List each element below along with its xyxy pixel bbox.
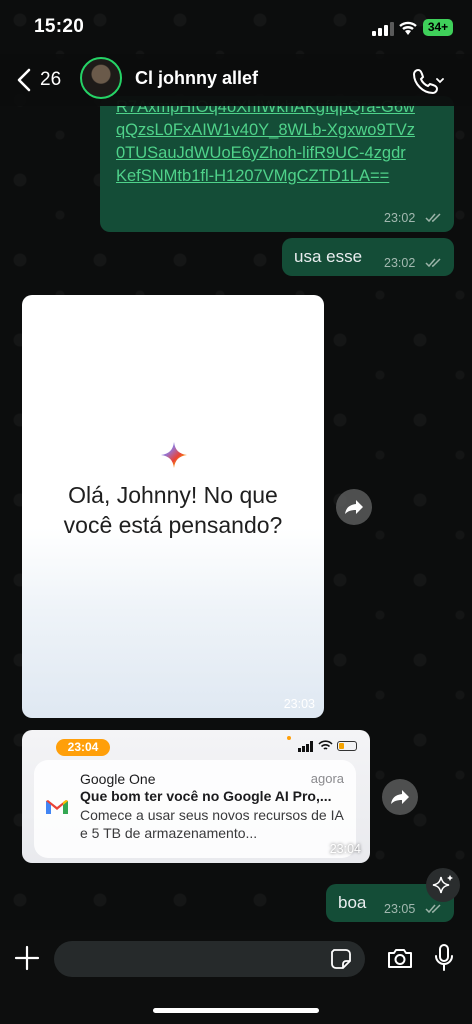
- forward-button[interactable]: [382, 779, 418, 815]
- notification-title: Que bom ter você no Google AI Pro,...: [80, 788, 332, 804]
- sparkle-icon: [432, 875, 453, 894]
- message-composer: [0, 930, 472, 1024]
- contact-avatar[interactable]: [80, 57, 122, 99]
- gmail-icon: [46, 800, 68, 814]
- orange-dot-indicator: [287, 736, 291, 740]
- message-timestamp: 23:05: [384, 902, 416, 916]
- message-link-text[interactable]: R7AxmpHfOq4oXhIWkhAKgfqpQra-G6wqQzsL0FxA…: [116, 96, 416, 188]
- status-bar: 15:20 34+: [0, 0, 472, 54]
- notification-card: Google One agora Que bom ter você no Goo…: [34, 760, 356, 858]
- notification-body: Comece a usar seus novos recursos de IA …: [80, 807, 344, 841]
- forward-arrow-icon: [345, 500, 363, 514]
- read-ticks-icon: [425, 904, 441, 914]
- notification-app-name: Google One: [80, 771, 156, 787]
- ai-sparkle-button[interactable]: [426, 868, 460, 902]
- message-text: usa esse: [294, 247, 363, 266]
- read-ticks-icon: [425, 258, 441, 268]
- contact-name[interactable]: Cl johnny allef: [135, 68, 258, 89]
- signal-icon: [298, 741, 313, 752]
- wifi-icon: [318, 740, 333, 750]
- voice-call-icon[interactable]: [412, 66, 444, 94]
- status-time: 15:20: [34, 16, 85, 37]
- message-timestamp: 23:02: [384, 211, 416, 225]
- home-indicator: [153, 1008, 319, 1013]
- battery-icon: [337, 741, 357, 751]
- back-chevron-icon[interactable]: [12, 66, 38, 94]
- forward-arrow-icon: [391, 790, 409, 804]
- message-timestamp: 23:02: [384, 256, 416, 270]
- forward-button[interactable]: [336, 489, 372, 525]
- wifi-icon: [399, 21, 417, 35]
- status-time-pill: 23:04: [56, 739, 110, 756]
- message-input[interactable]: [54, 941, 365, 977]
- image-message-gemini[interactable]: Olá, Johnny! No que você está pensando? …: [22, 295, 324, 718]
- notification-time: agora: [310, 771, 344, 786]
- gemini-sparkle-icon: [161, 442, 187, 468]
- plus-icon[interactable]: [14, 945, 40, 971]
- microphone-icon[interactable]: [434, 943, 454, 973]
- battery-indicator: 34+: [423, 19, 453, 36]
- camera-icon[interactable]: [386, 946, 414, 970]
- sticker-icon[interactable]: [330, 948, 352, 970]
- message-text: boa: [338, 893, 367, 912]
- read-ticks-icon: [425, 213, 441, 223]
- cellular-signal-icon: [372, 22, 394, 36]
- chat-header: 26 Cl johnny allef: [0, 54, 472, 106]
- image-message-notification[interactable]: 23:04 Google One agora Que bom ter você …: [22, 730, 370, 863]
- unread-count[interactable]: 26: [40, 69, 61, 91]
- message-timestamp: 23:04: [329, 842, 361, 856]
- message-timestamp: 23:03: [283, 697, 315, 711]
- gemini-greeting: Olá, Johnny! No que você está pensando?: [63, 482, 283, 538]
